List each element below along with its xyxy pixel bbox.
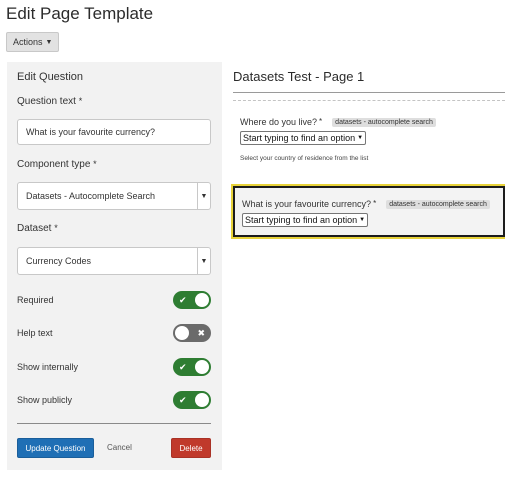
x-icon: ✖ — [197, 327, 205, 338]
show-publicly-toggle[interactable]: ✔ — [173, 391, 211, 409]
required-asterisk: * — [93, 159, 97, 169]
help-text: Select your country of residence from th… — [240, 155, 369, 162]
currency-autocomplete-select[interactable]: Start typing to find an option ▼ — [242, 213, 369, 227]
component-type-select[interactable]: Datasets - Autocomplete Search ▼ — [17, 182, 211, 210]
divider — [233, 100, 505, 101]
show-internally-toggle[interactable]: ✔ — [173, 358, 211, 376]
question-header: What is your favourite currency? * datase… — [242, 199, 490, 209]
check-icon: ✔ — [179, 361, 187, 372]
required-toggle[interactable]: ✔ — [173, 291, 211, 309]
caret-down-icon: ▼ — [45, 38, 53, 46]
required-toggle-label: Required — [17, 295, 54, 305]
divider — [17, 423, 211, 424]
question-card-selected[interactable]: What is your favourite currency? * datase… — [233, 186, 505, 237]
check-icon: ✔ — [179, 294, 187, 305]
page-title: Edit Page Template — [6, 4, 154, 23]
panel-title: Edit Question — [17, 71, 84, 83]
required-asterisk: * — [78, 96, 83, 106]
location-autocomplete-select[interactable]: Start typing to find an option ▼ — [240, 131, 367, 145]
dataset-select[interactable]: Currency Codes ▼ — [17, 247, 211, 275]
show-publicly-toggle-label: Show publicly — [17, 395, 73, 405]
toggle-knob — [195, 293, 209, 307]
question-label: Where do you live? * — [240, 117, 323, 127]
question-text-input[interactable]: What is your favourite currency? — [17, 119, 211, 145]
component-type-label: Component type * — [17, 159, 97, 170]
actions-button[interactable]: Actions ▼ — [6, 32, 60, 52]
dropdown-arrow-icon: ▼ — [197, 248, 210, 274]
help-text-toggle[interactable]: ✖ — [173, 324, 211, 342]
check-icon: ✔ — [179, 394, 187, 405]
dropdown-arrow-icon: ▼ — [359, 217, 366, 223]
question-text-label: Question text * — [17, 96, 83, 107]
component-type-badge: datasets - autocomplete search — [386, 199, 490, 209]
required-asterisk: * — [54, 223, 58, 233]
toggle-knob — [175, 326, 189, 340]
help-text-toggle-label: Help text — [17, 328, 53, 338]
cancel-link[interactable]: Cancel — [107, 443, 132, 452]
required-asterisk: * — [319, 117, 323, 126]
update-question-button[interactable]: Update Question — [17, 438, 94, 458]
edit-question-panel: Edit Question Question text * What is yo… — [7, 62, 222, 470]
show-internally-toggle-label: Show internally — [17, 362, 79, 372]
question-label: What is your favourite currency? * — [242, 199, 377, 209]
dropdown-arrow-icon: ▼ — [197, 183, 210, 209]
component-type-badge: datasets - autocomplete search — [332, 117, 436, 127]
question-card[interactable]: Where do you live? * datasets - autocompl… — [233, 112, 505, 172]
required-asterisk: * — [373, 199, 377, 208]
divider — [233, 92, 505, 93]
actions-label: Actions — [13, 37, 43, 47]
dataset-label: Dataset * — [17, 223, 58, 234]
toggle-knob — [195, 393, 209, 407]
delete-button[interactable]: Delete — [171, 438, 211, 458]
preview-page-title: Datasets Test - Page 1 — [233, 69, 365, 84]
toggle-knob — [195, 360, 209, 374]
dropdown-arrow-icon: ▼ — [357, 135, 364, 141]
question-header: Where do you live? * datasets - autocompl… — [240, 117, 436, 127]
